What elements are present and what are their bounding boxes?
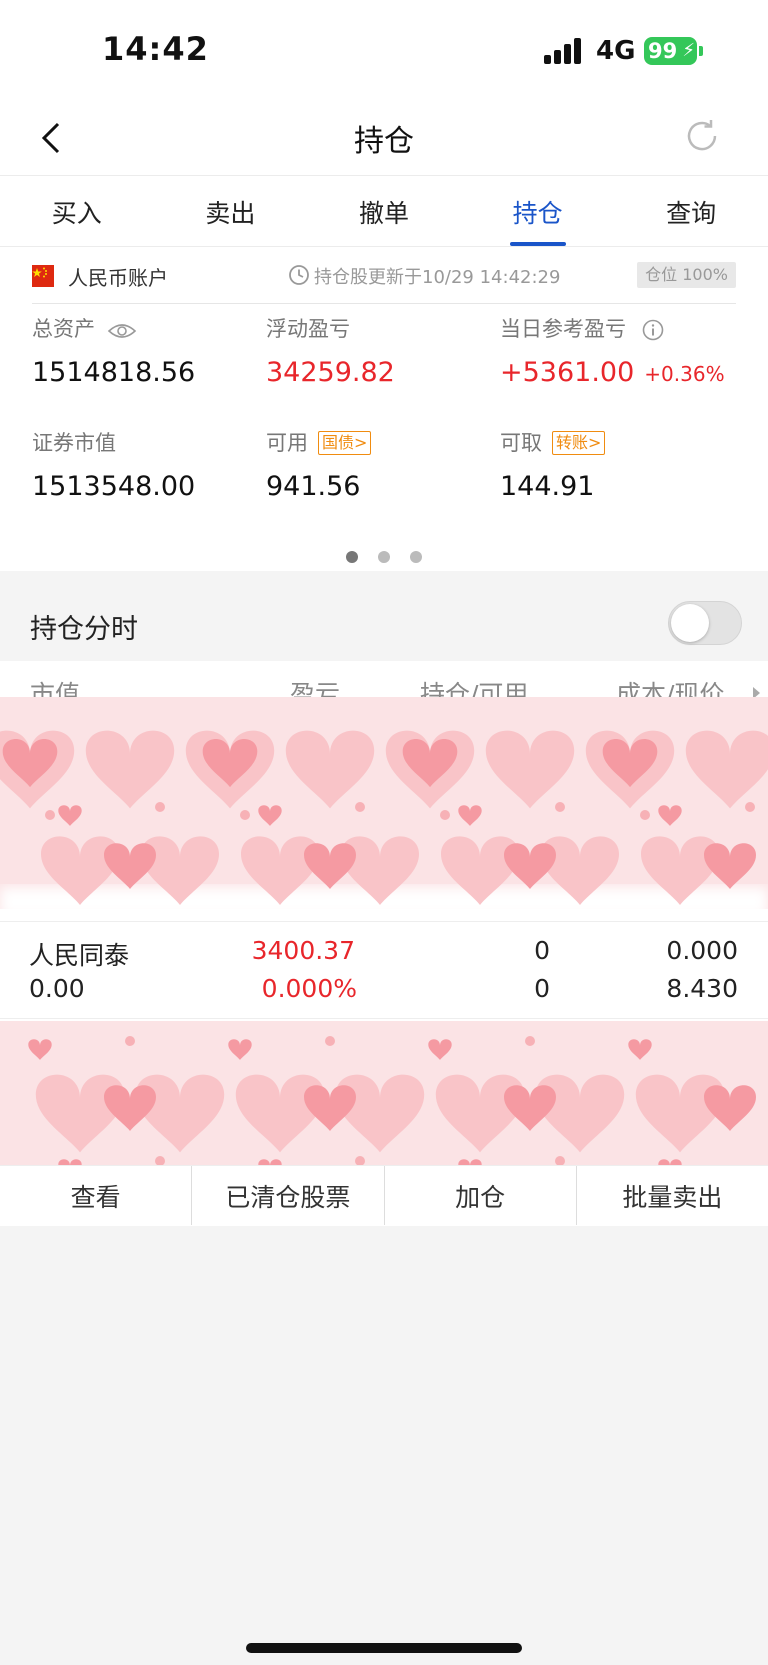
tab-positions[interactable]: 持仓 bbox=[461, 176, 615, 246]
available-amount: 941.56 bbox=[266, 471, 361, 502]
positions-table: 市值 盈亏 持仓/可用 成本/现价 人民同泰 0.00 3400.37 0.00… bbox=[0, 661, 768, 1226]
charging-bolt-icon: ⚡ bbox=[682, 40, 695, 61]
withdrawable-label: 可取 bbox=[500, 431, 542, 455]
table-row[interactable]: 人民同泰 0.00 3400.37 0.000% 0 0 0.000 8.430 bbox=[0, 921, 768, 1019]
floating-pl-label: 浮动盈亏 bbox=[266, 317, 350, 341]
battery-level: 99 bbox=[648, 39, 678, 63]
realtime-label: 持仓分时 bbox=[30, 614, 138, 645]
realtime-section: 持仓分时 bbox=[0, 571, 768, 661]
daily-pl-value: +5361.00 bbox=[500, 357, 635, 388]
trade-tabs: 买入 卖出 撤单 持仓 查询 bbox=[0, 176, 768, 246]
china-flag-icon bbox=[32, 265, 54, 287]
battery-icon: 99 ⚡ bbox=[644, 37, 703, 65]
transfer-link[interactable]: 转账> bbox=[552, 431, 606, 455]
stock-name: 人民同泰 bbox=[29, 941, 130, 970]
page-dot[interactable] bbox=[378, 551, 390, 563]
daily-pl-percent: +0.36% bbox=[644, 362, 725, 386]
total-assets-label: 总资产 bbox=[32, 317, 95, 341]
info-icon[interactable] bbox=[642, 319, 664, 341]
view-button[interactable]: 查看 bbox=[0, 1166, 191, 1225]
batch-sell-button[interactable]: 批量卖出 bbox=[575, 1166, 768, 1225]
row-holding: 0 bbox=[534, 936, 550, 965]
refresh-icon[interactable] bbox=[682, 116, 722, 156]
daily-pl: 当日参考盈亏 +5361.00 +0.36% bbox=[500, 313, 725, 388]
eye-icon[interactable] bbox=[107, 321, 137, 339]
row-price: 8.430 bbox=[666, 974, 738, 1003]
page-dot[interactable] bbox=[410, 551, 422, 563]
withdrawable-amount: 144.91 bbox=[500, 471, 595, 502]
tab-cancel[interactable]: 撤单 bbox=[307, 176, 461, 246]
tab-query[interactable]: 查询 bbox=[614, 176, 768, 246]
page-indicator bbox=[0, 551, 768, 563]
row-available: 0 bbox=[534, 974, 550, 1003]
page-title: 持仓 bbox=[354, 124, 414, 159]
row-market-value: 0.00 bbox=[29, 974, 85, 1003]
available-label: 可用 bbox=[266, 431, 308, 455]
realtime-toggle[interactable] bbox=[668, 601, 742, 645]
daily-pl-label: 当日参考盈亏 bbox=[500, 317, 626, 341]
total-assets-value: 1514818.56 bbox=[32, 357, 196, 388]
tab-sell[interactable]: 卖出 bbox=[154, 176, 308, 246]
position-ratio-badge: 仓位 100% bbox=[637, 262, 736, 288]
status-time: 14:42 bbox=[102, 30, 209, 68]
nav-bar: 持仓 bbox=[0, 100, 768, 176]
add-position-button[interactable]: 加仓 bbox=[383, 1166, 576, 1225]
bond-link[interactable]: 国债> bbox=[318, 431, 372, 455]
action-bar: 查看 已清仓股票 加仓 批量卖出 bbox=[0, 1165, 768, 1225]
account-summary: 人民币账户 持仓股更新于10/29 14:42:29 仓位 100% 总资产 1… bbox=[0, 246, 768, 571]
market-value: 证券市值 1513548.00 bbox=[32, 427, 195, 502]
cleared-stocks-button[interactable]: 已清仓股票 bbox=[191, 1166, 383, 1225]
total-assets: 总资产 1514818.56 bbox=[32, 313, 195, 388]
row-cost: 0.000 bbox=[666, 936, 738, 965]
market-value-amount: 1513548.00 bbox=[32, 471, 196, 502]
account-name[interactable]: 人民币账户 bbox=[68, 262, 168, 291]
update-time: 持仓股更新于10/29 14:42:29 bbox=[314, 267, 561, 288]
floating-pl: 浮动盈亏 34259.82 bbox=[266, 313, 395, 388]
clock-icon bbox=[288, 264, 310, 286]
tab-buy[interactable]: 买入 bbox=[0, 176, 154, 246]
page-dot[interactable] bbox=[346, 551, 358, 563]
row-pl: 3400.37 bbox=[251, 936, 355, 965]
heart-sticker-overlay bbox=[0, 697, 768, 909]
available-funds: 可用 国债> 941.56 bbox=[266, 427, 372, 502]
signal-icon bbox=[544, 38, 584, 64]
network-type: 4G bbox=[596, 36, 636, 66]
withdrawable-funds: 可取 转账> 144.91 bbox=[500, 427, 606, 502]
row-pl-percent: 0.000% bbox=[261, 974, 357, 1003]
floating-pl-value: 34259.82 bbox=[266, 357, 395, 388]
home-indicator[interactable] bbox=[246, 1643, 522, 1653]
account-row: 人民币账户 持仓股更新于10/29 14:42:29 仓位 100% bbox=[32, 247, 736, 304]
market-value-label: 证券市值 bbox=[32, 431, 116, 455]
status-bar: 14:42 4G 99 ⚡ bbox=[0, 0, 768, 100]
